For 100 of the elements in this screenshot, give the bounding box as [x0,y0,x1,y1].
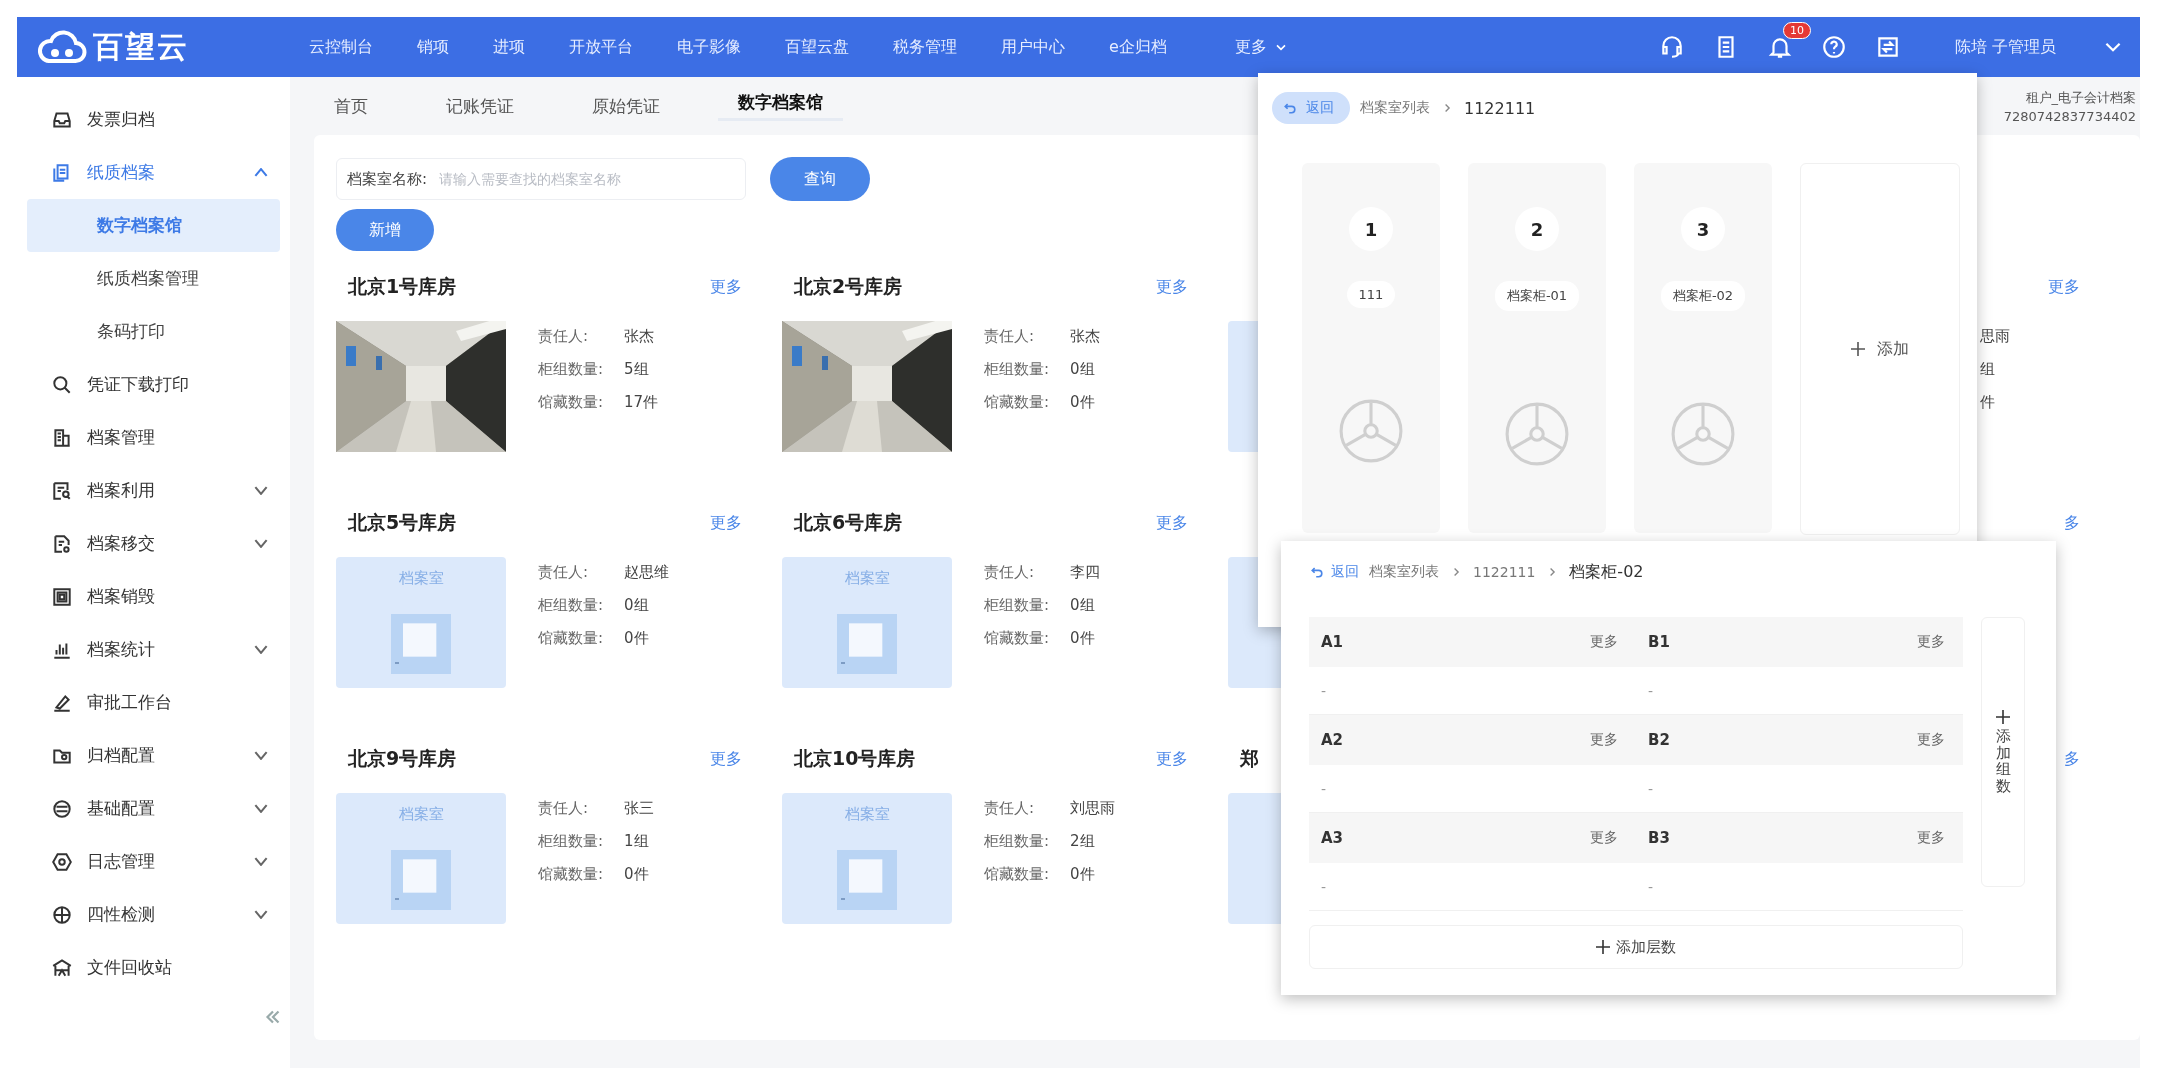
breadcrumb-item[interactable]: 档案室列表 [1360,99,1430,117]
search-button[interactable]: 查询 [770,157,870,201]
detail-label: 责任人: [984,327,1036,346]
detail-value: 李四 [1070,563,1100,582]
tab[interactable]: 数字档案馆 [718,91,843,121]
sidebar-item[interactable]: 日志管理 [17,835,290,888]
more-menu[interactable]: 更多 [1212,36,1311,58]
detail-label: 柜组数量: [984,360,1051,379]
add-column-button[interactable]: 添加组数 [1981,617,2025,887]
card-title: 郑 [1240,746,1259,771]
cabinet-card[interactable]: 1 111 [1302,163,1440,533]
image-label: 档案室 [844,805,890,824]
nav-item[interactable]: 销项 [395,36,471,58]
user-menu[interactable]: 陈培 子管理员 [1954,36,2056,58]
breadcrumb-item[interactable]: 档案室列表 [1369,563,1439,581]
nav-item[interactable]: 开放平台 [547,36,655,58]
notification-badge: 10 [1782,22,1811,39]
more-link[interactable]: 更多 [1917,633,1945,651]
more-link[interactable]: 多 [2064,512,2080,534]
sidebar-item[interactable]: 档案销毁 [17,570,290,623]
nav-item[interactable]: 电子影像 [655,36,763,58]
sidebar-subitem[interactable]: 数字档案馆 [27,199,280,252]
breadcrumb-item: 1122111 [1464,98,1536,118]
more-link[interactable]: 多 [2064,748,2080,770]
detail-value: 0件 [1070,393,1095,412]
card-title: 北京10号库房 [794,746,916,771]
more-link[interactable]: 更多 [710,512,742,534]
more-link[interactable]: 更多 [1917,829,1945,847]
detail-value: 张杰 [624,327,654,346]
add-layer-button[interactable]: 添加层数 [1309,925,1963,969]
back-button[interactable]: 返回 [1309,563,1359,581]
account-name: 租户_电子会计档案 [2025,88,2136,107]
nav-item[interactable]: 税务管理 [871,36,979,58]
detail-label: 责任人: [984,799,1036,818]
detail-value: 件 [1980,393,1995,412]
tab[interactable]: 首页 [314,94,388,118]
more-link[interactable]: 更多 [1917,731,1945,749]
more-link[interactable]: 更多 [710,748,742,770]
detail-value: 1组 [624,832,649,851]
add-cabinet-button[interactable]: 添加 [1845,337,1915,361]
detail-value: 赵思维 [624,563,669,582]
nav-item[interactable]: e企归档 [1087,36,1189,58]
cabinet-card[interactable]: 2 档案柜-01 [1468,163,1606,533]
more-link[interactable]: 更多 [1156,748,1188,770]
detail-value: 0件 [624,865,649,884]
sidebar-item[interactable]: 归档配置 [17,729,290,782]
more-link[interactable]: 更多 [1590,633,1618,651]
card-title: 北京1号库房 [348,274,457,299]
detail-label: 馆藏数量: [984,393,1051,412]
more-link[interactable]: 更多 [1590,731,1618,749]
search-field[interactable]: 档案室名称: 请输入需要查找的档案室名称 [336,158,746,200]
sidebar-item[interactable]: 四性检测 [17,888,290,941]
nav-item[interactable]: 进项 [471,36,547,58]
more-link[interactable]: 更多 [1156,276,1188,298]
cabinet-name: 档案柜-02 [1660,281,1746,311]
detail-value: 0件 [1070,865,1095,884]
detail-value: 张杰 [1070,327,1100,346]
sidebar-item[interactable]: 档案利用 [17,464,290,517]
card-title: 北京6号库房 [794,510,903,535]
more-link[interactable]: 更多 [1590,829,1618,847]
detail-label: 馆藏数量: [984,629,1051,648]
nav-item[interactable]: 百望云盘 [763,36,871,58]
tab[interactable]: 记账凭证 [426,94,534,118]
sidebar-item[interactable]: 基础配置 [17,782,290,835]
detail-value: 0组 [1070,360,1095,379]
cell-name: B1 [1648,633,1670,651]
detail-label: 责任人: [538,327,590,346]
detail-value: 0组 [1070,596,1095,615]
detail-label: 馆藏数量: [538,393,605,412]
sidebar-item[interactable]: 发票归档 [17,93,290,146]
logo-text: 百望云 [93,27,189,66]
field-label: 档案室名称: [347,169,428,189]
sidebar-item[interactable]: 纸质档案 [17,146,290,199]
more-link[interactable]: 更多 [1156,512,1188,534]
sidebar-subitem[interactable]: 条码打印 [27,305,280,358]
sidebar-item[interactable]: 档案移交 [17,517,290,570]
cell-value: - [1648,780,1654,797]
cabinet-card[interactable]: 3 档案柜-02 [1634,163,1772,533]
nav-item[interactable]: 云控制台 [287,36,395,58]
image-label: 档案室 [398,805,444,824]
sidebar-item[interactable]: 文件回收站 [17,941,290,994]
cabinet-name: 档案柜-01 [1494,281,1580,311]
more-link[interactable]: 更多 [2048,276,2080,298]
detail-label: 柜组数量: [538,832,605,851]
detail-value: 0组 [624,596,649,615]
sidebar-item[interactable]: 凭证下载打印 [17,358,290,411]
add-button[interactable]: 新增 [336,209,434,251]
nav-item[interactable]: 用户中心 [979,36,1087,58]
cell-name: A3 [1321,829,1344,847]
breadcrumb-item[interactable]: 1122111 [1473,564,1536,580]
detail-value: 0件 [624,629,649,648]
sidebar-subitem[interactable]: 纸质档案管理 [27,252,280,305]
tab[interactable]: 原始凭证 [572,94,680,118]
sidebar-item[interactable]: 审批工作台 [17,676,290,729]
cell-value: - [1648,878,1654,895]
sidebar-item[interactable]: 档案统计 [17,623,290,676]
more-link[interactable]: 更多 [710,276,742,298]
detail-value: 2组 [1070,832,1095,851]
sidebar-item[interactable]: 档案管理 [17,411,290,464]
image-label: 档案室 [844,569,890,588]
